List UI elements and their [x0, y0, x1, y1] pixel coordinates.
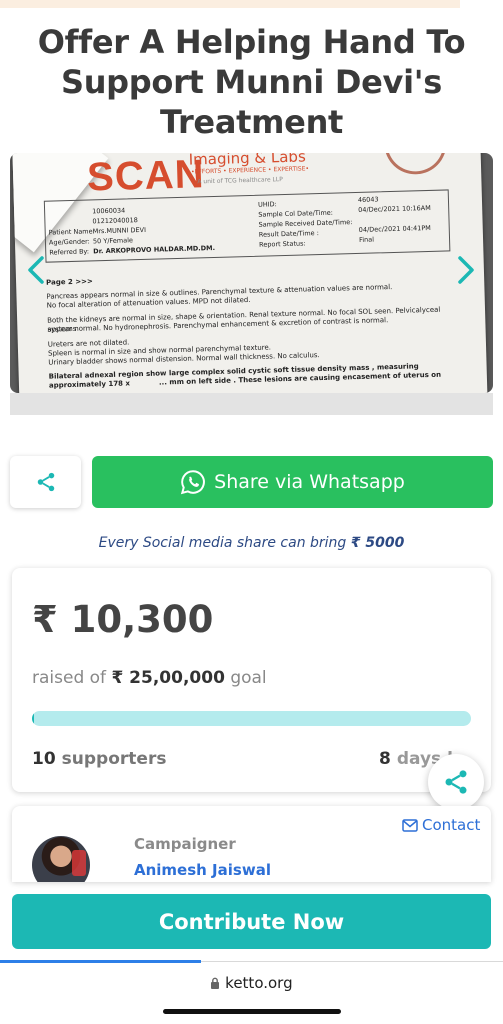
contact-label: Contact: [422, 816, 481, 834]
supporters-label: supporters: [61, 749, 167, 769]
lock-icon: [211, 977, 220, 989]
campaigner-label: Campaigner: [134, 835, 236, 853]
report-name-label: Patient Name:: [48, 227, 95, 237]
whatsapp-icon: [181, 470, 206, 495]
page-load-track: [201, 961, 503, 962]
home-indicator[interactable]: [163, 1009, 341, 1014]
report-logo: SCAN: [86, 153, 206, 200]
chevron-left-icon[interactable]: [26, 255, 46, 285]
supporters-count[interactable]: 10 supporters: [32, 749, 166, 769]
report-status: Final: [358, 235, 375, 244]
page-load-progress: [0, 960, 201, 963]
carousel-footer: [10, 393, 493, 415]
contact-link[interactable]: Contact: [402, 816, 480, 834]
social-note-amount: ₹ 5000: [350, 535, 405, 551]
report-uhid: 46043: [357, 195, 379, 204]
report-uhid-label: UHID:: [257, 200, 277, 209]
funding-progress-bar: [32, 711, 471, 726]
raised-of-label: raised of: [32, 668, 107, 688]
report-patient-name: Mrs.MUNNI DEVI: [92, 225, 147, 236]
top-banner-strip: [0, 0, 460, 8]
report-status-label: Report Status:: [259, 239, 306, 249]
share-button[interactable]: [10, 456, 81, 508]
report-seal: [384, 153, 448, 176]
report-reg-no: 01212040018: [92, 216, 139, 226]
campaign-title: Offer A Helping Hand To Support Munni De…: [37, 23, 466, 141]
mail-icon: [402, 818, 418, 832]
goal-suffix: goal: [230, 668, 267, 688]
funding-stats-card: ₹ 10,300 raised of ₹ 25,00,000 goal 10 su…: [12, 568, 491, 792]
supporters-number: 10: [32, 749, 56, 769]
share-whatsapp-button[interactable]: Share via Whatsapp: [92, 456, 493, 508]
days-number: 8: [379, 749, 391, 769]
funding-progress-fill: [32, 711, 35, 726]
goal-text: raised of ₹ 25,00,000 goal: [32, 668, 267, 688]
url-text: ketto.org: [225, 974, 293, 992]
medical-report-image: SCAN Imaging & Labs •EFFORTS • EXPERIENC…: [12, 153, 488, 393]
share-icon: [37, 472, 54, 492]
report-logo-unit: A unit of TCG healthcare LLP: [197, 176, 283, 186]
chevron-right-icon[interactable]: [456, 255, 476, 285]
social-note-text: Every Social media share can bring: [98, 535, 347, 551]
report-result-label: Result Date/Time :: [258, 229, 319, 239]
campaigner-card: Contact Campaigner Animesh Jaiswal: [12, 806, 491, 882]
campaigner-avatar[interactable]: [32, 836, 90, 882]
share-icon: [445, 770, 467, 794]
report-referred-label: Referred By:: [49, 247, 90, 257]
social-share-note: Every Social media share can bring ₹ 500…: [0, 535, 503, 551]
share-whatsapp-label: Share via Whatsapp: [214, 471, 405, 493]
report-gender: 50 Y/Female: [92, 236, 134, 246]
campaigner-name[interactable]: Animesh Jaiswal: [134, 861, 271, 879]
goal-amount: ₹ 25,00,000: [111, 668, 225, 688]
floating-share-button[interactable]: [428, 754, 484, 810]
image-carousel[interactable]: SCAN Imaging & Labs •EFFORTS • EXPERIENC…: [10, 153, 493, 393]
report-patient-id: 10060034: [92, 206, 126, 216]
contribute-now-button[interactable]: Contribute Now: [12, 894, 491, 949]
report-gender-label: Age/Gender:: [48, 237, 90, 247]
address-bar[interactable]: ketto.org: [0, 974, 503, 992]
raised-amount: ₹ 10,300: [32, 598, 214, 641]
